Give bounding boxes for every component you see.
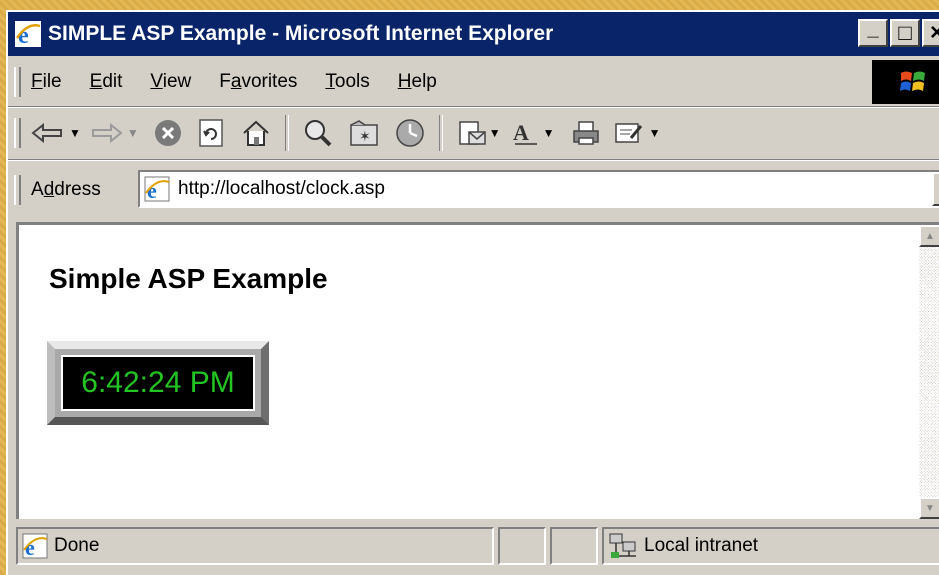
menu-view[interactable]: View [150, 71, 191, 93]
print-button[interactable] [571, 113, 601, 153]
scroll-down-button[interactable]: ▼ [919, 497, 939, 519]
address-url: http://localhost/clock.asp [178, 178, 385, 199]
browser-window: e SIMPLE ASP Example - Microsoft Interne… [6, 10, 939, 575]
address-label: Address [31, 179, 101, 200]
favorites-icon: ✶ [350, 120, 378, 146]
stop-icon [154, 120, 181, 146]
scroll-up-button[interactable]: ▲ [919, 225, 939, 247]
font-size-button[interactable]: A [511, 113, 541, 153]
refresh-icon [199, 119, 223, 147]
title-bar[interactable]: e SIMPLE ASP Example - Microsoft Interne… [8, 12, 939, 56]
address-bar: Address e http://localhost/clock.asp ▼ [8, 162, 939, 218]
close-button[interactable]: × [922, 19, 939, 47]
maximize-button[interactable]: □ [890, 19, 920, 47]
forward-button[interactable] [89, 113, 123, 153]
page-icon: e [144, 176, 170, 202]
menu-grip[interactable] [14, 67, 21, 97]
menu-bar: File Edit View Favorites Tools Help [8, 60, 939, 104]
stop-button[interactable] [153, 113, 183, 153]
history-icon [396, 119, 424, 147]
page-heading: Simple ASP Example [49, 263, 328, 294]
minimize-button[interactable]: _ [858, 17, 888, 47]
toolbar-separator [438, 115, 443, 151]
print-icon [572, 121, 599, 145]
minimize-icon: _ [867, 17, 879, 40]
edit-dropdown-icon[interactable]: ▼ [649, 126, 661, 140]
svg-text:✶: ✶ [359, 128, 371, 144]
back-dropdown-icon[interactable]: ▼ [69, 126, 81, 140]
toolbar-separator [284, 115, 289, 151]
toolbar-grip[interactable] [14, 118, 21, 148]
clock-time: 6:42:24 PM [81, 366, 235, 399]
page-done-icon: e [22, 533, 48, 559]
history-button[interactable] [395, 113, 425, 153]
home-icon [243, 120, 269, 146]
mail-button[interactable] [457, 113, 487, 153]
standard-toolbar: ▼ ▼ ✶ ▼ A ▼ ▼ [8, 108, 939, 158]
status-pane-empty [550, 527, 598, 565]
zone-pane[interactable]: Local intranet [602, 527, 939, 565]
window-title: SIMPLE ASP Example - Microsoft Internet … [48, 22, 554, 45]
back-button[interactable] [31, 113, 65, 153]
search-button[interactable] [303, 113, 333, 153]
status-text: Done [54, 535, 100, 556]
address-input[interactable]: e http://localhost/clock.asp ▼ [138, 170, 939, 208]
font-size-icon: A [513, 120, 537, 145]
local-intranet-icon [609, 533, 636, 558]
menu-help[interactable]: Help [398, 71, 437, 93]
search-icon [304, 120, 332, 147]
windows-logo-icon [872, 60, 939, 104]
back-icon [31, 123, 62, 143]
edit-button[interactable] [613, 113, 643, 153]
clock-face: 6:42:24 PM [61, 355, 255, 411]
mail-dropdown-icon[interactable]: ▼ [489, 126, 501, 140]
forward-icon [91, 123, 123, 143]
home-button[interactable] [241, 113, 271, 153]
scroll-down-icon: ▼ [925, 502, 935, 514]
scroll-up-icon: ▲ [925, 230, 935, 242]
vertical-scrollbar[interactable]: ▲ ▼ [919, 225, 939, 519]
zone-label: Local intranet [644, 535, 759, 556]
address-grip[interactable] [14, 175, 21, 205]
favorites-button[interactable]: ✶ [349, 113, 379, 153]
edit-icon [614, 123, 642, 143]
maximize-icon: □ [898, 20, 912, 45]
font-size-dropdown-icon[interactable]: ▼ [543, 126, 555, 140]
forward-dropdown-icon[interactable]: ▼ [127, 126, 139, 140]
page-content: Simple ASP Example 6:42:24 PM ▲ ▼ [16, 222, 939, 519]
clock-widget: 6:42:24 PM [47, 341, 269, 425]
svg-text:A: A [513, 120, 529, 145]
refresh-button[interactable] [197, 113, 225, 153]
menu-tools[interactable]: Tools [325, 71, 369, 93]
menu-file[interactable]: File [31, 71, 62, 93]
menu-favorites[interactable]: Favorites [219, 71, 297, 93]
status-bar: e Done Local intranet [16, 524, 939, 568]
status-pane: e Done [16, 527, 494, 565]
status-pane-empty [498, 527, 546, 565]
menu-edit[interactable]: Edit [90, 71, 123, 93]
mail-icon [459, 121, 486, 145]
close-icon: × [929, 19, 939, 46]
address-dropdown-button[interactable]: ▼ [932, 172, 939, 206]
internet-explorer-icon: e [15, 21, 41, 48]
